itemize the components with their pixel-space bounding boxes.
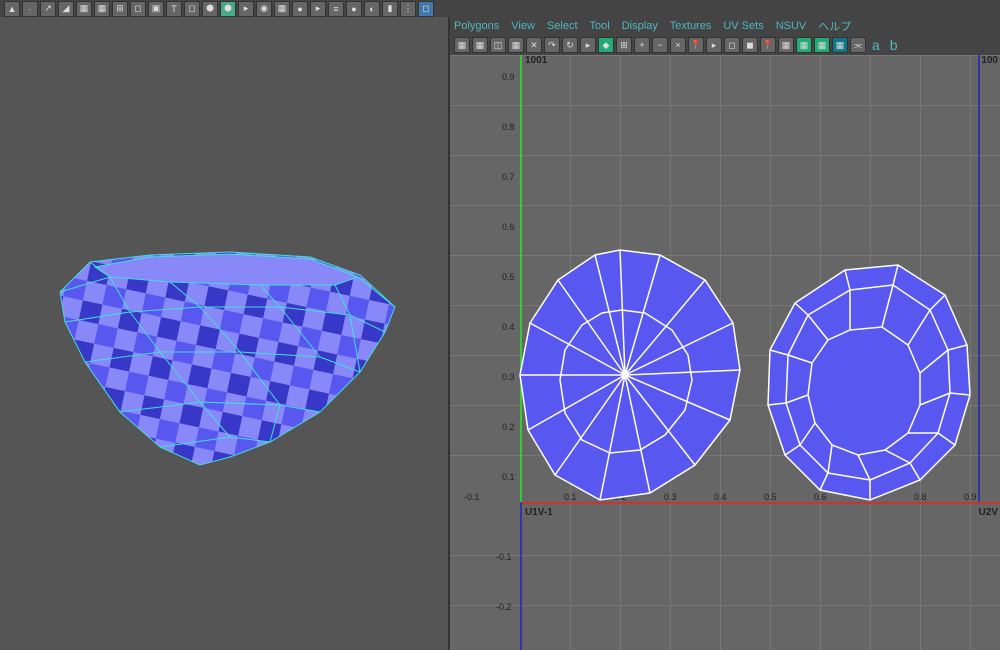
uvtool-pin2-icon[interactable]: 📍 xyxy=(760,37,776,53)
menu-help[interactable]: ヘルプ xyxy=(818,18,851,34)
menu-textures[interactable]: Textures xyxy=(670,20,712,32)
uvtool-select-icon[interactable]: ▦ xyxy=(454,37,470,53)
tool-sphere2-icon[interactable]: ◐ xyxy=(364,1,380,17)
menu-view[interactable]: View xyxy=(511,20,535,32)
uvtool-active-icon[interactable]: ◆ xyxy=(598,37,614,53)
uv-menubar: Polygons View Select Tool Display Textur… xyxy=(450,17,1000,35)
uvtool-arrow-icon[interactable]: ↷ xyxy=(544,37,560,53)
tool-box-icon[interactable]: ▣ xyxy=(148,1,164,17)
tool-sq3-icon[interactable]: ◻ xyxy=(418,1,434,17)
tool-triangle-icon[interactable]: ▲ xyxy=(4,1,20,17)
tool-cube-icon[interactable]: ⬢ xyxy=(202,1,218,17)
uv-editor-panel: Polygons View Select Tool Display Textur… xyxy=(450,17,1000,650)
menu-polygons[interactable]: Polygons xyxy=(454,20,499,32)
uvtool-link-icon[interactable]: ⫘ xyxy=(850,37,866,53)
uv-label-b: b xyxy=(890,37,898,53)
main-toolbar: ▲ · ↗ ◢ ▦ ▦ ⊞ ◻ ▣ T ◻ ⬢ ⬢ ▸ ◉ ▦ ● ▸ ≡ ● … xyxy=(0,0,1000,17)
main-area: Polygons View Select Tool Display Textur… xyxy=(0,17,1000,650)
tool-globe-icon[interactable]: ◉ xyxy=(256,1,272,17)
tool-tri2-icon[interactable]: ▸ xyxy=(310,1,326,17)
uvtool-grid2-icon[interactable]: ▦ xyxy=(778,37,794,53)
menu-display[interactable]: Display xyxy=(622,20,658,32)
tool-grid2-icon[interactable]: ▦ xyxy=(94,1,110,17)
uvtool-pin-icon[interactable]: 📍 xyxy=(688,37,704,53)
menu-tool[interactable]: Tool xyxy=(590,20,610,32)
tool-cyl-icon[interactable]: ▮ xyxy=(382,1,398,17)
tool-cube2-icon[interactable]: ⬢ xyxy=(220,1,236,17)
tool-scale-icon[interactable]: ◢ xyxy=(58,1,74,17)
uvtool-plus-icon[interactable]: + xyxy=(634,37,650,53)
uvtool-vertex-icon[interactable]: ▦ xyxy=(472,37,488,53)
tool-checker-icon[interactable]: ▦ xyxy=(274,1,290,17)
tool-arrow-icon[interactable]: ↗ xyxy=(40,1,56,17)
uv-toolbar: ▦ ▦ ◫ ▦ ✕ ↷ ↻ ▸ ◆ ⊞ + − × 📍 ▸ ◻ ◼ 📍 ▦ ▦ … xyxy=(450,35,1000,55)
tool-arrow2-icon[interactable]: ▸ xyxy=(238,1,254,17)
tool-three-icon[interactable]: ⋮ xyxy=(400,1,416,17)
uvtool-dot-icon[interactable]: ▸ xyxy=(580,37,596,53)
uv-canvas[interactable]: 1001 100 U1V-1 U2V 0.9 0.8 0.7 0.6 0.5 0… xyxy=(450,55,1000,650)
tool-square-icon[interactable]: ◻ xyxy=(130,1,146,17)
tool-sphere-icon[interactable]: ● xyxy=(346,1,362,17)
diamond-mesh-3d xyxy=(0,17,450,647)
uvtool-sq2-icon[interactable]: ◼ xyxy=(742,37,758,53)
menu-uvsets[interactable]: UV Sets xyxy=(723,20,763,32)
tool-bar-icon[interactable]: ≡ xyxy=(328,1,344,17)
uvtool-chk2-icon[interactable]: ▦ xyxy=(814,37,830,53)
menu-select[interactable]: Select xyxy=(547,20,578,32)
tool-dot2-icon[interactable]: ● xyxy=(292,1,308,17)
uvtool-x2-icon[interactable]: × xyxy=(670,37,686,53)
uvtool-edge-icon[interactable]: ◫ xyxy=(490,37,506,53)
uvtool-rotate-icon[interactable]: ↻ xyxy=(562,37,578,53)
uvtool-x-icon[interactable]: ✕ xyxy=(526,37,542,53)
menu-nsuv[interactable]: NSUV xyxy=(776,20,807,32)
uvtool-sq-icon[interactable]: ◻ xyxy=(724,37,740,53)
tool-point-icon[interactable]: · xyxy=(22,1,38,17)
uvtool-grid-icon[interactable]: ⊞ xyxy=(616,37,632,53)
tool-text-icon[interactable]: T xyxy=(166,1,182,17)
uvtool-minus-icon[interactable]: − xyxy=(652,37,668,53)
uv-shells xyxy=(450,55,1000,650)
tool-uv-icon[interactable]: ⊞ xyxy=(112,1,128,17)
uvtool-chk-icon[interactable]: ▦ xyxy=(796,37,812,53)
uvtool-face-icon[interactable]: ▦ xyxy=(508,37,524,53)
viewport-3d[interactable] xyxy=(0,17,450,650)
tool-square2-icon[interactable]: ◻ xyxy=(184,1,200,17)
uvtool-chk3-icon[interactable]: ▦ xyxy=(832,37,848,53)
uv-label-a: a xyxy=(872,37,880,53)
uvtool-arrow2-icon[interactable]: ▸ xyxy=(706,37,722,53)
tool-grid-icon[interactable]: ▦ xyxy=(76,1,92,17)
